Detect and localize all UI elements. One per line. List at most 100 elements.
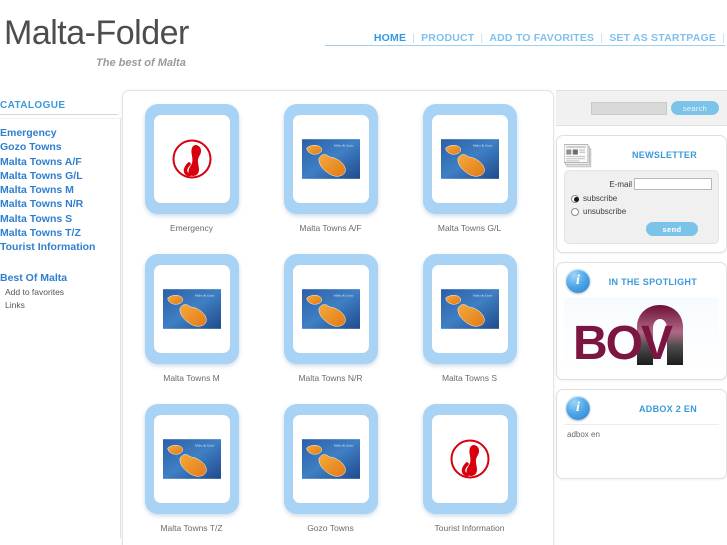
card-malta-towns-t-z[interactable]: Malta & Gozo xyxy=(144,404,239,514)
nav-item-set-as-startpage[interactable]: SET AS STARTPAGE xyxy=(603,32,722,44)
adbox-header: i ADBOX 2 EN xyxy=(564,396,719,422)
malta-gozo-map-thumbnail: Malta & Gozo xyxy=(162,289,221,329)
newsletter-form: E-mail subscribe unsubscribe send xyxy=(564,170,719,244)
malta-gozo-map-thumbnail: Malta & Gozo xyxy=(440,289,499,329)
sidebar-item-malta-towns-t-z[interactable]: Malta Towns T/Z xyxy=(0,226,120,240)
svg-text:Malta & Gozo: Malta & Gozo xyxy=(333,443,353,447)
sidebar-item-tourist-information[interactable]: Tourist Information xyxy=(0,240,120,254)
grid-cell: Malta & Gozo Malta Towns N/R xyxy=(261,248,400,398)
grid-cell: Malta & Gozo Malta Towns G/L xyxy=(400,98,539,248)
card-label: Malta Towns A/F xyxy=(299,223,362,233)
info-icon: i xyxy=(566,396,590,420)
sidebar-item-malta-towns-n-r[interactable]: Malta Towns N/R xyxy=(0,197,120,211)
grid-cell: Malta & Gozo Malta Towns T/Z xyxy=(122,398,261,545)
nav-item-home[interactable]: HOME xyxy=(368,32,412,44)
card-thumbnail: Malta & Gozo xyxy=(292,115,369,203)
category-card-grid: Emergency Malta & Gozo Malta Towns A/F M… xyxy=(122,98,554,545)
radio-subscribe-icon[interactable] xyxy=(571,194,579,203)
malta-gozo-map-thumbnail: Malta & Gozo xyxy=(162,439,221,479)
grid-cell: Malta & Gozo Malta Towns M xyxy=(122,248,261,398)
card-thumbnail: Malta & Gozo xyxy=(153,265,230,353)
sidebar-item-gozo-towns[interactable]: Gozo Towns xyxy=(0,140,120,154)
svg-text:Malta & Gozo: Malta & Gozo xyxy=(194,443,214,447)
card-emergency[interactable] xyxy=(144,104,239,214)
card-thumbnail: Malta & Gozo xyxy=(153,415,230,503)
nav-item-add-to-favorites[interactable]: ADD TO FAVORITES xyxy=(483,32,600,44)
newsletter-option-unsubscribe[interactable]: unsubscribe xyxy=(571,207,712,216)
card-malta-towns-g-l[interactable]: Malta & Gozo xyxy=(422,104,517,214)
sidebar-heading-catalogue: CATALOGUE xyxy=(0,100,118,115)
malta-gozo-map-thumbnail: Malta & Gozo xyxy=(301,439,360,479)
newspaper-icon xyxy=(564,144,592,168)
svg-text:BOV: BOV xyxy=(573,317,673,369)
radio-unsubscribe-label: unsubscribe xyxy=(583,207,627,216)
card-label: Malta Towns M xyxy=(163,373,220,383)
card-thumbnail xyxy=(153,115,230,203)
site-header: Malta-Folder The best of Malta HOME | PR… xyxy=(0,0,727,92)
nav-separator: | xyxy=(722,32,725,44)
card-thumbnail: Malta & Gozo xyxy=(431,115,508,203)
card-label: Malta Towns G/L xyxy=(437,223,502,233)
sidebar-catalogue-list: Emergency Gozo Towns Malta Towns A/F Mal… xyxy=(0,126,120,255)
radio-unsubscribe-icon[interactable] xyxy=(571,207,579,216)
card-label: Tourist Information xyxy=(434,523,505,533)
sidebar-item-emergency[interactable]: Emergency xyxy=(0,126,120,140)
svg-text:Malta & Gozo: Malta & Gozo xyxy=(472,143,492,147)
card-label: Gozo Towns xyxy=(307,523,354,533)
card-malta-towns-a-f[interactable]: Malta & Gozo xyxy=(283,104,378,214)
sidebar-group-title: Best Of Malta xyxy=(0,271,68,284)
card-malta-towns-s[interactable]: Malta & Gozo xyxy=(422,254,517,364)
card-label: Malta Towns N/R xyxy=(298,373,363,383)
newsletter-option-subscribe[interactable]: subscribe xyxy=(571,194,712,203)
grid-cell: Emergency xyxy=(122,98,261,248)
newsletter-header: NEWSLETTER xyxy=(564,142,719,168)
adbox-body: adbox en xyxy=(564,424,719,470)
top-navigation: HOME | PRODUCT | ADD TO FAVORITES | SET … xyxy=(368,31,725,45)
spotlight-widget: i IN THE SPOTLIGHT BOV xyxy=(556,262,727,380)
search-button[interactable]: search xyxy=(671,101,719,115)
red-phone-icon xyxy=(172,139,211,179)
card-tourist-information[interactable] xyxy=(422,404,517,514)
red-phone-icon xyxy=(450,439,489,479)
card-malta-towns-n-r[interactable]: Malta & Gozo xyxy=(283,254,378,364)
nav-item-product[interactable]: PRODUCT xyxy=(415,32,480,44)
svg-text:Malta & Gozo: Malta & Gozo xyxy=(333,293,353,297)
sidebar-item-malta-towns-s[interactable]: Malta Towns S xyxy=(0,212,120,226)
sidebar-group-links: Add to favorites Links xyxy=(0,286,120,312)
card-thumbnail: Malta & Gozo xyxy=(431,265,508,353)
grid-cell: Tourist Information xyxy=(400,398,539,545)
spotlight-header: i IN THE SPOTLIGHT xyxy=(564,269,719,295)
adbox-title: ADBOX 2 EN xyxy=(638,404,697,414)
spotlight-body[interactable]: BOV xyxy=(564,297,719,371)
sidebar-link-add-to-favorites[interactable]: Add to favorites xyxy=(0,286,120,299)
svg-text:Malta & Gozo: Malta & Gozo xyxy=(472,293,492,297)
card-gozo-towns[interactable]: Malta & Gozo xyxy=(283,404,378,514)
grid-cell: Malta & Gozo Gozo Towns xyxy=(261,398,400,545)
sidebar-item-malta-towns-m[interactable]: Malta Towns M xyxy=(0,183,120,197)
search-input[interactable] xyxy=(591,101,667,115)
card-malta-towns-m[interactable]: Malta & Gozo xyxy=(144,254,239,364)
sidebar-group-best-of-malta: Best Of Malta Add to favorites Links xyxy=(0,271,120,312)
header-divider xyxy=(325,45,725,46)
spotlight-title: IN THE SPOTLIGHT xyxy=(608,277,697,287)
card-thumbnail: Malta & Gozo xyxy=(292,265,369,353)
site-tagline: The best of Malta xyxy=(96,57,186,69)
sidebar-item-malta-towns-a-f[interactable]: Malta Towns A/F xyxy=(0,155,120,169)
card-thumbnail xyxy=(431,415,508,503)
newsletter-widget: NEWSLETTER E-mail subscribe unsubscribe … xyxy=(556,135,727,253)
page-root: Malta-Folder The best of Malta HOME | PR… xyxy=(0,0,727,545)
card-label: Malta Towns S xyxy=(441,373,498,383)
sidebar-link-links[interactable]: Links xyxy=(0,299,120,312)
adbox-widget: i ADBOX 2 EN adbox en xyxy=(556,389,727,479)
card-label: Emergency xyxy=(170,223,213,233)
card-label: Malta Towns T/Z xyxy=(160,523,223,533)
card-thumbnail: Malta & Gozo xyxy=(292,415,369,503)
newsletter-email-input[interactable] xyxy=(634,178,712,190)
grid-cell: Malta & Gozo Malta Towns A/F xyxy=(261,98,400,248)
malta-gozo-map-thumbnail: Malta & Gozo xyxy=(440,139,499,179)
malta-gozo-map-thumbnail: Malta & Gozo xyxy=(301,289,360,329)
newsletter-title: NEWSLETTER xyxy=(632,150,697,160)
sidebar-item-malta-towns-g-l[interactable]: Malta Towns G/L xyxy=(0,169,120,183)
svg-text:Malta & Gozo: Malta & Gozo xyxy=(194,293,214,297)
newsletter-send-button[interactable]: send xyxy=(646,222,698,236)
